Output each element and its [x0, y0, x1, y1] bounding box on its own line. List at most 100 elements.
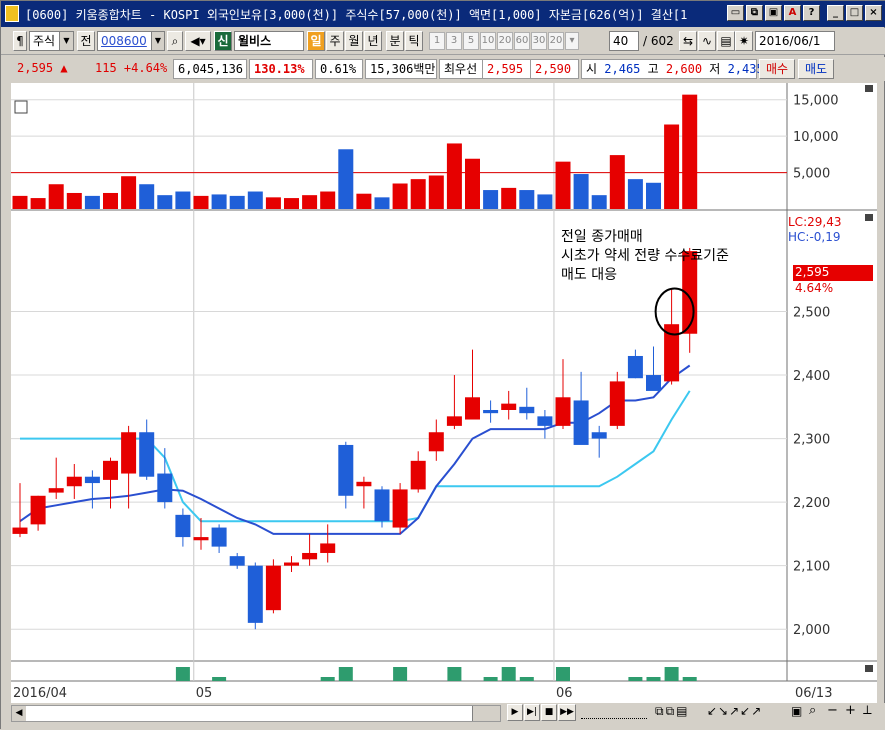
copy-icon[interactable]: ⧉: [746, 5, 763, 21]
minute-option[interactable]: 3: [446, 32, 462, 50]
volume-bar: [591, 195, 607, 209]
search-icon[interactable]: ⌕: [167, 31, 183, 51]
volume-value: 6,045,136: [173, 59, 247, 79]
scroll-left-icon[interactable]: ◀: [12, 706, 26, 721]
stop-icon[interactable]: ■: [541, 704, 557, 721]
minute-option[interactable]: 20: [497, 32, 513, 50]
lc-indicator: LC:29,43: [788, 215, 842, 229]
volume-bar: [302, 195, 318, 209]
scroll-thumb[interactable]: [472, 706, 500, 721]
amount-value: 15,306백만: [365, 59, 437, 79]
current-change-tag: 4.64%: [795, 281, 834, 295]
draw-tools[interactable]: ↙↘↗↙↗: [707, 704, 762, 718]
candle-body: [410, 460, 426, 490]
gear-icon[interactable]: ✷: [735, 31, 753, 51]
chevron-down-icon[interactable]: ▾: [565, 32, 579, 50]
minimize-button[interactable]: _: [827, 5, 844, 21]
horizontal-scrollbar[interactable]: ◀: [11, 705, 501, 722]
hc-indicator: HC:-0,19: [788, 230, 841, 244]
help-icon[interactable]: ?: [803, 5, 820, 21]
volume-bar: [609, 155, 625, 209]
oscillator-bar: [320, 677, 335, 681]
credit-badge[interactable]: 신: [214, 31, 232, 51]
minute-option[interactable]: 60: [514, 32, 530, 50]
close-button[interactable]: ×: [865, 5, 882, 21]
zoom-out-icon[interactable]: −: [827, 703, 838, 718]
volume-bar: [157, 195, 173, 209]
candle-body: [591, 432, 607, 439]
candle-body: [320, 543, 336, 553]
volume-bar: [103, 192, 118, 209]
minute-option[interactable]: 10: [480, 32, 496, 50]
volume-bar: [646, 182, 661, 209]
zoom-in-icon[interactable]: +: [845, 703, 856, 718]
volume-bar: [139, 184, 155, 209]
tab-minute[interactable]: 분: [386, 31, 404, 51]
panel-close-icon: [865, 85, 873, 92]
candle-body: [48, 488, 64, 493]
search-icon[interactable]: ⌕: [809, 703, 816, 718]
alert-icon[interactable]: A: [784, 5, 801, 21]
date-field[interactable]: 2016/06/1: [755, 31, 835, 51]
market-select[interactable]: 주식 ▼: [29, 31, 74, 51]
candle-body: [483, 409, 499, 414]
chart-tools[interactable]: ⧉⧉▤: [655, 704, 689, 719]
tab-week[interactable]: 주: [326, 31, 344, 51]
oscillator-bar: [501, 667, 516, 681]
tab-year[interactable]: 년: [364, 31, 382, 51]
maximize-button[interactable]: □: [846, 5, 863, 21]
candle-body: [356, 481, 372, 487]
minute-option[interactable]: 1: [429, 32, 445, 50]
candle-body: [428, 432, 444, 452]
minute-option[interactable]: 5: [463, 32, 479, 50]
reset-zoom-icon[interactable]: ⟂: [863, 703, 872, 718]
sound-icon[interactable]: ◀▾: [185, 31, 211, 51]
oscillator-bar: [393, 667, 408, 681]
price-value: 2,595 ▲: [17, 61, 68, 75]
price-tick-label: 2,400: [793, 369, 830, 384]
volume-bar: [247, 191, 263, 209]
candle-body: [465, 397, 480, 420]
current-price-tag: 2,595: [793, 265, 873, 281]
candle-body: [573, 400, 589, 445]
print-icon[interactable]: ▣: [791, 704, 802, 718]
pin-icon[interactable]: ¶: [13, 31, 27, 51]
next-icon[interactable]: ▶|: [524, 704, 540, 721]
count-input[interactable]: 40: [609, 31, 639, 51]
tab-tick[interactable]: 틱: [405, 31, 423, 51]
best-label: 최우선: [439, 59, 483, 79]
volume-bar: [410, 179, 426, 209]
stock-code-input[interactable]: 008600 ▼: [97, 31, 165, 51]
layout-icon[interactable]: ▭: [727, 5, 744, 21]
candle-body: [103, 460, 118, 480]
x-tick-label: 06: [556, 686, 573, 701]
line-chart-icon[interactable]: ∿: [698, 31, 716, 51]
volume-ratio: 130.13%: [249, 59, 313, 79]
candle-body: [211, 527, 227, 547]
play-icon[interactable]: ▶: [507, 704, 523, 721]
minute-option[interactable]: 30: [531, 32, 547, 50]
tab-month[interactable]: 월: [345, 31, 363, 51]
open-label: 시: [586, 62, 598, 76]
minute-option[interactable]: 20: [548, 32, 564, 50]
sell-button[interactable]: 매도: [798, 59, 834, 79]
prev-button[interactable]: 전: [77, 31, 95, 51]
zoom-icon[interactable]: ⇆: [679, 31, 697, 51]
chevron-down-icon[interactable]: ▼: [59, 32, 73, 50]
candle-body: [265, 565, 281, 611]
fast-forward-icon[interactable]: ▶▶: [558, 704, 576, 721]
ask-value: 2,595: [483, 59, 531, 79]
buy-button[interactable]: 매수: [759, 59, 795, 79]
save-icon[interactable]: ▣: [765, 5, 782, 21]
stock-name-field[interactable]: 윌비스: [234, 31, 304, 51]
chevron-down-icon[interactable]: ▼: [151, 32, 164, 50]
stock-chart[interactable]: 5,000 10,000 15,000 2,000 2,100 2,200 2,300 2,4…: [11, 83, 877, 703]
print-icon[interactable]: ▤: [717, 31, 735, 51]
speed-slider[interactable]: [581, 707, 647, 719]
x-tick-label: 2016/04: [13, 686, 67, 701]
low-label: 저: [709, 62, 721, 76]
volume-bar: [320, 191, 336, 209]
candle-body: [302, 552, 318, 560]
tab-day[interactable]: 일: [307, 31, 325, 51]
high-label: 고: [647, 62, 659, 76]
